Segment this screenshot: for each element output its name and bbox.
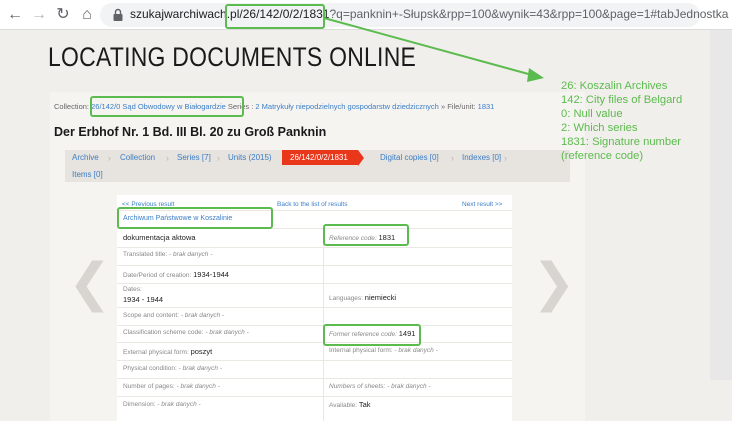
external-form-cell: External physical form: poszyt xyxy=(123,347,212,356)
former-reference-highlight xyxy=(323,324,421,346)
url-query: ?q=panknin+-Słupsk&rpp=100&wynik=43&rpp=… xyxy=(329,7,729,21)
physical-condition-value: - brak danych - xyxy=(178,365,223,372)
divider xyxy=(117,396,512,397)
physical-condition-label: Physical condition: xyxy=(123,365,177,372)
translated-title-value: - brak danych - xyxy=(169,251,213,258)
sheets-cell: Numbers of sheets: - brak danych - xyxy=(329,383,431,390)
divider xyxy=(117,378,512,379)
side-strip xyxy=(710,30,732,380)
tab-units[interactable]: Units (2015) xyxy=(228,153,272,162)
dates-value: 1934 - 1944 xyxy=(123,295,164,304)
url-path-highlight xyxy=(225,4,325,29)
classification-value: - brak danych - xyxy=(205,329,249,336)
annotation-text: 26: Koszalin Archives 142: City files of… xyxy=(561,79,682,163)
sheets-label: Numbers of sheets: xyxy=(329,383,386,390)
tab-archive[interactable]: Archive xyxy=(72,153,99,162)
available-value: Tak xyxy=(358,400,371,409)
internal-form-value: - brak danych - xyxy=(394,347,438,354)
sheets-value: - brak danych - xyxy=(387,383,431,390)
period-value: 1934-1944 xyxy=(193,270,229,279)
scope-cell: Scope and content: - brak danych - xyxy=(123,312,224,319)
previous-chevron-icon[interactable]: ❮ xyxy=(68,257,112,309)
translated-title-cell: Translated title: - brak danych - xyxy=(123,251,212,258)
tab-items[interactable]: Items [0] xyxy=(72,170,103,179)
home-icon[interactable]: ⌂ xyxy=(78,6,96,24)
crumb-prefix: Collection: xyxy=(54,102,90,111)
dimension-label: Dimension: xyxy=(123,401,156,408)
collection-highlight xyxy=(90,96,244,117)
languages-cell: Languages: niemiecki xyxy=(329,293,396,302)
tab-current-unit-label: 26/142/0/2/1831 xyxy=(290,153,348,162)
archive-page-panel: Collection: 26/142/0 Sąd Obwodowy w Biał… xyxy=(50,92,585,421)
pages-label: Number of pages: xyxy=(123,383,175,390)
divider xyxy=(117,247,512,248)
languages-label: Languages: xyxy=(329,295,363,302)
annotation-line: 1831: Signature number xyxy=(561,136,682,148)
lock-icon xyxy=(113,8,123,21)
external-form-label: External physical form: xyxy=(123,349,189,356)
divider xyxy=(117,325,512,326)
available-label: Available: xyxy=(329,402,358,409)
dates-cell: 1934 - 1944 xyxy=(123,295,163,304)
classification-label: Classification scheme code: xyxy=(123,329,204,336)
tab-current-unit[interactable]: 26/142/0/2/1831 xyxy=(282,150,364,166)
tab-digital-copies[interactable]: Digital copies [0] xyxy=(380,153,439,162)
divider xyxy=(117,265,512,266)
pages-value: - brak danych - xyxy=(176,383,220,390)
annotation-line: 142: City files of Belgard xyxy=(561,94,683,106)
tab-separator: › xyxy=(217,153,220,163)
internal-form-label: Internal physical form: xyxy=(329,347,393,354)
divider xyxy=(117,307,512,308)
dimension-cell: Dimension: - brak danych - xyxy=(123,401,201,408)
translated-title-label: Translated title: xyxy=(123,251,168,258)
tab-separator: › xyxy=(504,153,507,163)
dates-label: Dates: xyxy=(123,286,142,293)
divider xyxy=(117,283,512,284)
scope-value: - brak danych - xyxy=(180,312,225,319)
scope-label: Scope and content: xyxy=(123,312,180,319)
url-host: szukajwarchiwach.p xyxy=(130,7,237,21)
url-text[interactable]: szukajwarchiwach.pl/26/142/0/2/1831?q=pa… xyxy=(130,7,728,21)
internal-form-cell: Internal physical form: - brak danych - xyxy=(329,347,438,354)
external-form-value: poszyt xyxy=(190,347,213,356)
dimension-value: - brak danych - xyxy=(157,401,201,408)
tab-separator: › xyxy=(108,153,111,163)
next-result-link[interactable]: Next result >> xyxy=(462,201,502,208)
unit-link[interactable]: 1831 xyxy=(478,102,495,111)
doc-type-value: dokumentacja aktowa xyxy=(123,233,196,242)
annotation-line: 26: Koszalin Archives xyxy=(561,80,668,92)
back-to-results-link[interactable]: Back to the list of results xyxy=(277,201,347,208)
period-label: Date/Period of creation: xyxy=(123,272,192,279)
pages-cell: Number of pages: - brak danych - xyxy=(123,383,220,390)
series-link[interactable]: 2 Matrykuły niepodzielnych gospodarstw d… xyxy=(255,102,438,111)
tab-indexes[interactable]: Indexes [0] xyxy=(462,153,501,162)
tab-separator: › xyxy=(166,153,169,163)
period-cell: Date/Period of creation: 1934-1944 xyxy=(123,270,229,279)
annotation-line: (reference code) xyxy=(561,150,644,162)
forward-arrow-icon[interactable]: → xyxy=(30,6,48,24)
languages-value: niemiecki xyxy=(364,293,397,302)
tab-series[interactable]: Series [7] xyxy=(177,153,211,162)
tab-arrow xyxy=(357,150,364,166)
annotation-line: 0: Null value xyxy=(561,108,623,120)
crumb-unit-prefix: » File/unit: xyxy=(440,102,476,111)
tab-collection[interactable]: Collection xyxy=(120,153,155,162)
doc-type: dokumentacja aktowa xyxy=(123,233,196,242)
archive-name-highlight xyxy=(117,207,273,229)
available-cell: Available: Tak xyxy=(329,400,371,409)
classification-cell: Classification scheme code: - brak danyc… xyxy=(123,329,249,336)
tab-separator: › xyxy=(451,153,454,163)
slide-title: LOCATING DOCUMENTS ONLINE xyxy=(48,42,417,72)
reload-icon[interactable]: ↻ xyxy=(54,6,72,24)
browser-toolbar: ← → ↻ ⌂ szukajwarchiwach.pl/26/142/0/2/1… xyxy=(0,0,732,30)
document-title: Der Erbhof Nr. 1 Bd. III Bl. 20 zu Groß … xyxy=(54,125,327,139)
back-arrow-icon[interactable]: ← xyxy=(6,6,24,24)
physical-condition-cell: Physical condition: - brak danych - xyxy=(123,365,222,372)
next-chevron-icon[interactable]: ❯ xyxy=(532,257,576,309)
divider xyxy=(117,360,512,361)
divider xyxy=(117,342,512,343)
annotation-line: 2: Which series xyxy=(561,122,638,134)
reference-code-highlight xyxy=(323,224,409,246)
